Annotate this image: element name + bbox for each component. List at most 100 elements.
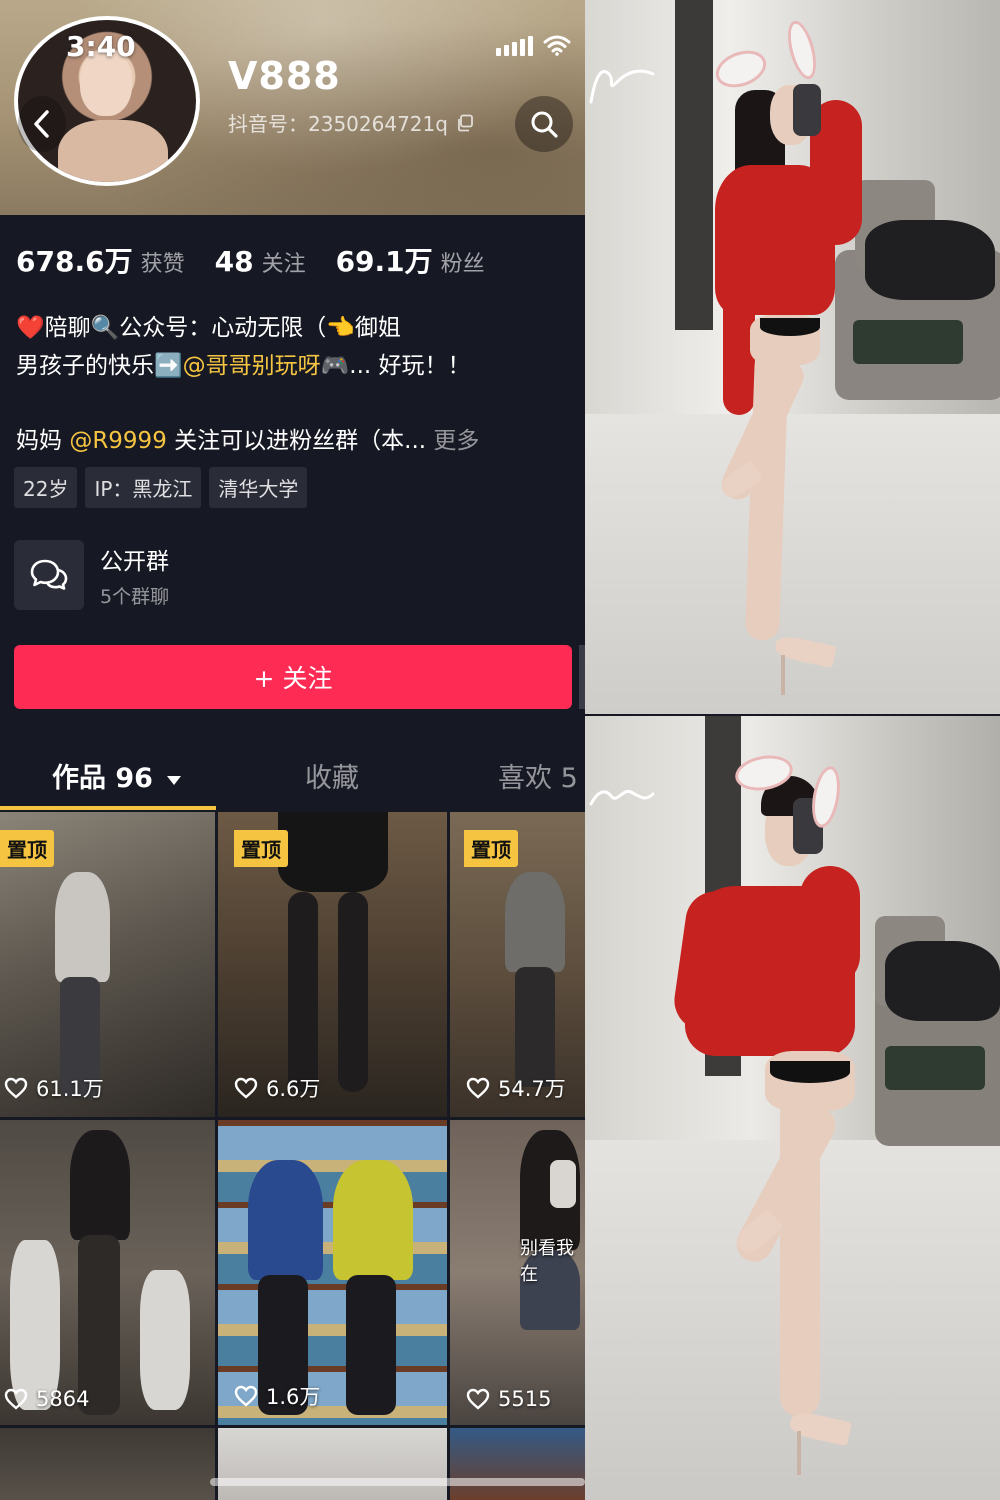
tab-works[interactable]: 作品 96	[52, 756, 182, 795]
tag-school[interactable]: 清华大学	[209, 467, 308, 508]
cushion	[885, 1046, 985, 1090]
thumbnail-figure	[333, 1160, 413, 1280]
stat-label: 关注	[261, 252, 306, 277]
stat-value: 48	[214, 245, 254, 278]
garment	[760, 318, 820, 336]
bio-mention-link[interactable]: @哥哥别玩呀	[183, 353, 321, 379]
likes-count: 1.6万	[266, 1385, 321, 1409]
likes-count: 6.6万	[266, 1077, 321, 1101]
heart-icon	[466, 1077, 490, 1099]
thumbnail-figure	[346, 1275, 396, 1415]
stat-value: 678.6万	[16, 245, 133, 278]
wifi-icon	[543, 35, 571, 56]
douyin-id-text: 抖音号：2350264721q	[228, 112, 448, 136]
thumbnail-figure	[278, 812, 388, 892]
video-thumbnail[interactable]	[0, 1428, 215, 1500]
tab-favorites[interactable]: 收藏	[305, 756, 359, 795]
video-likes: 5864	[4, 1387, 89, 1411]
thumbnail-figure	[515, 967, 555, 1087]
likes-count: 61.1万	[36, 1077, 104, 1101]
thumbnail-figure	[505, 872, 565, 972]
heart-icon	[4, 1388, 28, 1410]
pinned-badge: 置顶	[464, 830, 518, 867]
video-thumbnail[interactable]	[450, 1428, 585, 1500]
search-button[interactable]	[515, 96, 573, 152]
bio-text: 妈妈	[16, 428, 70, 454]
heart-icon	[4, 1077, 28, 1099]
bio-text: 🎮... 好玩！！	[320, 353, 471, 379]
group-title: 公开群	[100, 549, 169, 575]
bio-more-link[interactable]: 更多	[433, 428, 479, 454]
bio-line-3: 妈妈 @R9999 关注可以进粉丝群（本... 更多	[16, 421, 479, 455]
active-tab-indicator	[0, 806, 216, 810]
douyin-id: 抖音号：2350264721q	[228, 108, 474, 137]
video-likes: 6.6万	[234, 1073, 320, 1103]
bio-text: 男孩子的快乐➡️	[16, 353, 183, 379]
doodle-scribble	[589, 69, 655, 104]
video-thumbnail[interactable]: 置顶 6.6万	[218, 812, 447, 1117]
public-group-entry[interactable]: 公开群 5个群聊	[14, 538, 574, 614]
group-subtitle: 5个群聊	[100, 586, 170, 608]
thumbnail-caption: 别看我在	[520, 1238, 574, 1285]
profile-tags: 22岁 IP：黑龙江 清华大学	[14, 467, 308, 508]
copy-icon[interactable]	[456, 114, 474, 132]
photo-top	[585, 0, 1000, 714]
thumbnail-figure	[248, 1160, 323, 1280]
stat-label: 获赞	[140, 252, 185, 277]
tab-likes[interactable]: 喜欢 5	[498, 756, 578, 795]
profile-nickname: V888	[228, 54, 341, 98]
shoe-heel	[797, 1431, 801, 1475]
sweater-sleeve	[800, 866, 860, 986]
door-frame	[675, 0, 713, 330]
thumbnail-figure	[140, 1270, 190, 1410]
heart-icon	[466, 1388, 490, 1410]
video-thumbnail[interactable]: 1.6万	[218, 1120, 447, 1425]
thumbnail-figure	[338, 892, 368, 1092]
cushion	[853, 320, 963, 364]
stat-label: 粉丝	[440, 252, 485, 277]
pinned-badge: 置顶	[0, 830, 54, 867]
shoe-heel	[781, 655, 785, 695]
back-button[interactable]	[18, 96, 66, 152]
video-thumbnail[interactable]: 置顶 61.1万	[0, 812, 215, 1117]
profile-stats: 678.6万 获赞 48 关注 69.1万 粉丝	[16, 240, 485, 280]
stat-following[interactable]: 48 关注	[215, 245, 306, 278]
video-thumbnail[interactable]	[218, 1428, 447, 1500]
video-likes: 54.7万	[466, 1073, 566, 1103]
stat-followers[interactable]: 69.1万 粉丝	[336, 240, 485, 280]
heart-icon	[234, 1077, 258, 1099]
stat-likes[interactable]: 678.6万 获赞	[16, 240, 185, 280]
clothes-pile	[885, 941, 1000, 1021]
video-thumbnail[interactable]: 置顶 54.7万	[450, 812, 585, 1117]
pinned-badge: 置顶	[234, 830, 288, 867]
video-likes: 1.6万	[234, 1381, 320, 1411]
thumbnail-figure	[55, 872, 110, 982]
group-chat-icon	[14, 540, 84, 610]
video-thumbnail[interactable]: 5864	[0, 1120, 215, 1425]
video-likes: 61.1万	[4, 1073, 104, 1103]
clothes-pile	[865, 220, 995, 300]
content-tabs: 作品 96 收藏 喜欢 5	[0, 740, 585, 810]
bio-line-1: ❤️陪聊🔍公众号：心动无限（👈御姐	[16, 315, 401, 341]
sweater-sleeve	[723, 200, 755, 415]
photo-bottom	[585, 716, 1000, 1500]
heart-icon	[234, 1385, 258, 1407]
tag-ip: IP：黑龙江	[85, 467, 202, 508]
scroll-indicator[interactable]	[210, 1478, 585, 1486]
bio-mention-link[interactable]: @R9999	[69, 428, 167, 454]
profile-screen: 3:40 V888 抖音号：2350264721q 678.6万 获赞 48 关…	[0, 0, 585, 1500]
likes-count: 5515	[498, 1387, 552, 1411]
follow-button[interactable]: + 关注	[14, 645, 572, 709]
doodle-scribble	[589, 789, 655, 806]
thumbnail-figure	[70, 1130, 130, 1240]
thumbnail-figure	[10, 1240, 60, 1410]
floor	[585, 414, 1000, 714]
back-icon	[34, 110, 49, 138]
video-thumbnail[interactable]: 别看我在 5515	[450, 1120, 585, 1425]
tag-age: 22岁	[14, 467, 78, 508]
likes-count: 54.7万	[498, 1077, 566, 1101]
likes-count: 5864	[36, 1387, 90, 1411]
search-icon	[531, 111, 558, 138]
dropdown-icon	[167, 775, 182, 785]
phone	[793, 84, 821, 136]
